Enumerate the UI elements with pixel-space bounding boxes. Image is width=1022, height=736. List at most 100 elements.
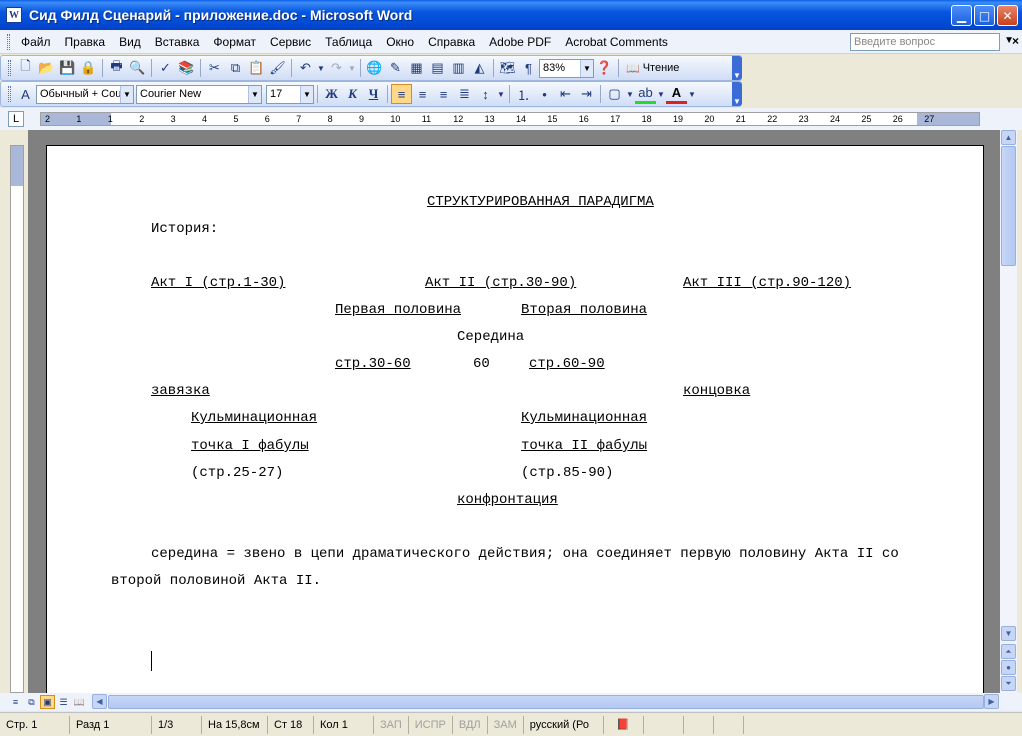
reading-mode-button[interactable]: 📖 Чтение: [622, 62, 683, 75]
ask-question-input[interactable]: Введите вопрос: [850, 33, 1000, 51]
menu-adobe-pdf[interactable]: Adobe PDF: [482, 35, 558, 49]
save-icon[interactable]: 💾: [57, 58, 78, 78]
menu-grip[interactable]: [7, 33, 10, 50]
styles-formatting-icon[interactable]: A: [15, 84, 36, 104]
horizontal-scrollbar[interactable]: ◀ ▶: [92, 694, 1000, 710]
menu-window[interactable]: Окно: [379, 35, 421, 49]
columns-icon[interactable]: ▥: [448, 58, 469, 78]
drawing-icon[interactable]: ◭: [469, 58, 490, 78]
chevron-down-icon[interactable]: ▼: [120, 85, 133, 103]
print-preview-icon[interactable]: 🔍: [127, 58, 148, 78]
open-folder-icon[interactable]: 📂: [36, 58, 57, 78]
status-record[interactable]: ЗАП: [374, 715, 409, 734]
scroll-down-icon[interactable]: ▼: [1001, 626, 1016, 641]
scroll-left-icon[interactable]: ◀: [92, 694, 107, 709]
browse-object-icon[interactable]: ●: [1001, 660, 1016, 675]
vertical-scroll-thumb[interactable]: [1001, 146, 1016, 266]
new-document-icon[interactable]: 🗋: [15, 58, 36, 78]
justify-icon[interactable]: ≣: [454, 84, 475, 104]
outline-view-icon[interactable]: ☰: [56, 695, 71, 709]
line-spacing-icon[interactable]: ↕: [475, 84, 496, 104]
document-map-icon[interactable]: 🗺: [497, 58, 518, 78]
bold-icon[interactable]: Ж: [321, 84, 342, 104]
vertical-ruler[interactable]: [10, 145, 24, 693]
highlight-dropdown-icon[interactable]: ▼: [656, 84, 666, 104]
chevron-down-icon[interactable]: ▼: [248, 85, 261, 103]
underline-icon[interactable]: Ч: [363, 84, 384, 104]
borders-dropdown-icon[interactable]: ▼: [625, 84, 635, 104]
numbering-icon[interactable]: ⒈: [513, 84, 534, 104]
research-icon[interactable]: 📚: [176, 58, 197, 78]
borders-icon[interactable]: ▢: [604, 84, 625, 104]
undo-dropdown-icon[interactable]: ▼: [316, 58, 326, 78]
close-document-icon[interactable]: ×: [1012, 34, 1019, 48]
maximize-button[interactable]: □: [974, 5, 995, 26]
menu-edit[interactable]: Правка: [58, 35, 113, 49]
previous-page-icon[interactable]: ⏶: [1001, 644, 1016, 659]
menu-acrobat-comments[interactable]: Acrobat Comments: [558, 35, 675, 49]
font-color-icon[interactable]: A: [666, 84, 687, 104]
font-size-combo[interactable]: 17 ▼: [266, 84, 314, 104]
redo-dropdown-icon[interactable]: ▼: [347, 58, 357, 78]
style-combo[interactable]: Обычный + Cou ▼: [36, 84, 134, 104]
undo-icon[interactable]: ↶: [295, 58, 316, 78]
toolbar-options-icon[interactable]: ▼: [732, 82, 742, 106]
horizontal-ruler[interactable]: 2 1 1 2 3 4 5 6 7 8 9 10 11 12 13 14 15 16 17 18 19 20 21 22 23 2…: [40, 112, 980, 126]
menu-help[interactable]: Справка: [421, 35, 482, 49]
spelling-icon[interactable]: ✓: [155, 58, 176, 78]
highlight-icon[interactable]: ab: [635, 84, 656, 104]
normal-view-icon[interactable]: ≡: [8, 695, 23, 709]
menu-tools[interactable]: Сервис: [263, 35, 318, 49]
document-area[interactable]: СТРУКТУРИРОВАННАЯ ПАРАДИГМА История: Акт…: [28, 130, 1000, 693]
permission-icon[interactable]: 🔒: [78, 58, 99, 78]
font-color-dropdown-icon[interactable]: ▼: [687, 84, 697, 104]
tables-borders-icon[interactable]: ✎: [385, 58, 406, 78]
word-app-icon[interactable]: W: [6, 7, 22, 23]
align-center-icon[interactable]: ≡: [412, 84, 433, 104]
menu-file[interactable]: Файл: [14, 35, 58, 49]
next-page-icon[interactable]: ⏷: [1001, 676, 1016, 691]
document-page[interactable]: СТРУКТУРИРОВАННАЯ ПАРАДИГМА История: Акт…: [46, 145, 984, 693]
horizontal-scroll-thumb[interactable]: [108, 695, 984, 709]
chevron-down-icon[interactable]: ▼: [580, 59, 593, 77]
redo-icon[interactable]: ↷: [326, 58, 347, 78]
print-layout-icon[interactable]: ▣: [40, 695, 55, 709]
scroll-right-icon[interactable]: ▶: [984, 694, 999, 709]
status-track-changes[interactable]: ИСПР: [409, 715, 453, 734]
chevron-down-icon[interactable]: ▼: [300, 85, 313, 103]
italic-icon[interactable]: К: [342, 84, 363, 104]
minimize-button[interactable]: ▁: [951, 5, 972, 26]
bullets-icon[interactable]: •: [534, 84, 555, 104]
show-hide-icon[interactable]: ¶: [518, 58, 539, 78]
align-right-icon[interactable]: ≡: [433, 84, 454, 104]
toolbar-options-icon[interactable]: ▼: [732, 56, 742, 80]
menu-table[interactable]: Таблица: [318, 35, 379, 49]
scroll-up-icon[interactable]: ▲: [1001, 130, 1016, 145]
cut-icon[interactable]: ✂: [204, 58, 225, 78]
hyperlink-icon[interactable]: 🌐: [364, 58, 385, 78]
insert-table-icon[interactable]: ▦: [406, 58, 427, 78]
toolbar-grip[interactable]: [8, 60, 11, 76]
status-extend[interactable]: ВДЛ: [453, 715, 488, 734]
paste-icon[interactable]: 📋: [246, 58, 267, 78]
spelling-status-icon[interactable]: 📕: [604, 715, 644, 734]
format-painter-icon[interactable]: 🖌: [267, 58, 288, 78]
increase-indent-icon[interactable]: ⇥: [576, 84, 597, 104]
status-overtype[interactable]: ЗАМ: [488, 715, 524, 734]
close-button[interactable]: ✕: [997, 5, 1018, 26]
menu-view[interactable]: Вид: [112, 35, 148, 49]
print-icon[interactable]: 🖶: [106, 58, 127, 78]
line-spacing-dropdown-icon[interactable]: ▼: [496, 84, 506, 104]
tab-selector[interactable]: L: [8, 111, 24, 127]
align-left-icon[interactable]: ≡: [391, 84, 412, 104]
insert-excel-icon[interactable]: ▤: [427, 58, 448, 78]
menu-insert[interactable]: Вставка: [148, 35, 207, 49]
web-view-icon[interactable]: ⧉: [24, 695, 39, 709]
menu-format[interactable]: Формат: [206, 35, 263, 49]
status-language[interactable]: русский (Ро: [524, 715, 604, 734]
decrease-indent-icon[interactable]: ⇤: [555, 84, 576, 104]
toolbar-grip[interactable]: [8, 86, 11, 102]
copy-icon[interactable]: ⧉: [225, 58, 246, 78]
title-bar[interactable]: W Сид Филд Сценарий - приложение.doc - M…: [0, 0, 1022, 30]
zoom-combo[interactable]: 83% ▼: [539, 58, 594, 78]
